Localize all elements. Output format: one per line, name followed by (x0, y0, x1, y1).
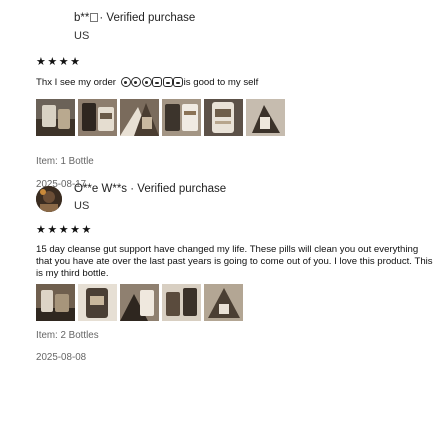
separator: · (130, 183, 135, 195)
emoji-icon (131, 77, 142, 87)
emoji-icon (152, 77, 163, 87)
placeholder-glyph-icon (90, 13, 99, 22)
star-rating: ★★★★ (36, 56, 82, 68)
reviewer-line: O**e W**s · Verified purchase (74, 183, 226, 195)
emoji-icon (141, 77, 152, 87)
review-photo[interactable] (162, 284, 201, 321)
emoji-icon (162, 77, 173, 87)
review-text-prefix: Thx I see my order (36, 77, 116, 88)
review-date: 2025-08-08 (36, 352, 87, 363)
emoji-icon (120, 77, 131, 87)
review-photo[interactable] (78, 284, 117, 321)
emoji-group (120, 77, 184, 88)
reviewer-line: b** · Verified purchase (74, 12, 195, 24)
review-text: 15 day cleanse gut support have changed … (36, 244, 433, 280)
review-photo[interactable] (120, 99, 159, 136)
review-photos (36, 284, 243, 321)
review-text-suffix: is good to my self (183, 77, 259, 88)
item-variant: Item: 2 Bottles (36, 330, 99, 341)
review-text: Thx I see my order is good to my self (36, 77, 436, 89)
separator: · (99, 12, 104, 24)
avatar[interactable] (36, 186, 62, 212)
review-photo[interactable] (246, 99, 285, 136)
review-photo[interactable] (120, 284, 159, 321)
verified-badge: Verified purchase (137, 183, 227, 195)
review-card: O**e W**s · Verified purchase US ★★★★★ 1… (0, 180, 448, 428)
review-card: b** · Verified purchase US ★★★★ Thx I see… (0, 0, 448, 196)
review-photo[interactable] (204, 99, 243, 136)
item-variant: Item: 1 Bottle (36, 156, 94, 167)
reviewer-country: US (74, 200, 90, 212)
review-photo[interactable] (162, 99, 201, 136)
reviewer-name[interactable]: b** (74, 12, 89, 24)
verified-badge: Verified purchase (106, 12, 196, 24)
reviewer-country: US (74, 30, 90, 42)
review-photo[interactable] (36, 284, 75, 321)
review-photos (36, 99, 285, 136)
emoji-icon (173, 77, 184, 87)
review-photo[interactable] (204, 284, 243, 321)
reviewer-name[interactable]: O**e W**s (74, 183, 127, 195)
review-photo[interactable] (36, 99, 75, 136)
star-rating: ★★★★★ (36, 224, 93, 236)
review-photo[interactable] (78, 99, 117, 136)
